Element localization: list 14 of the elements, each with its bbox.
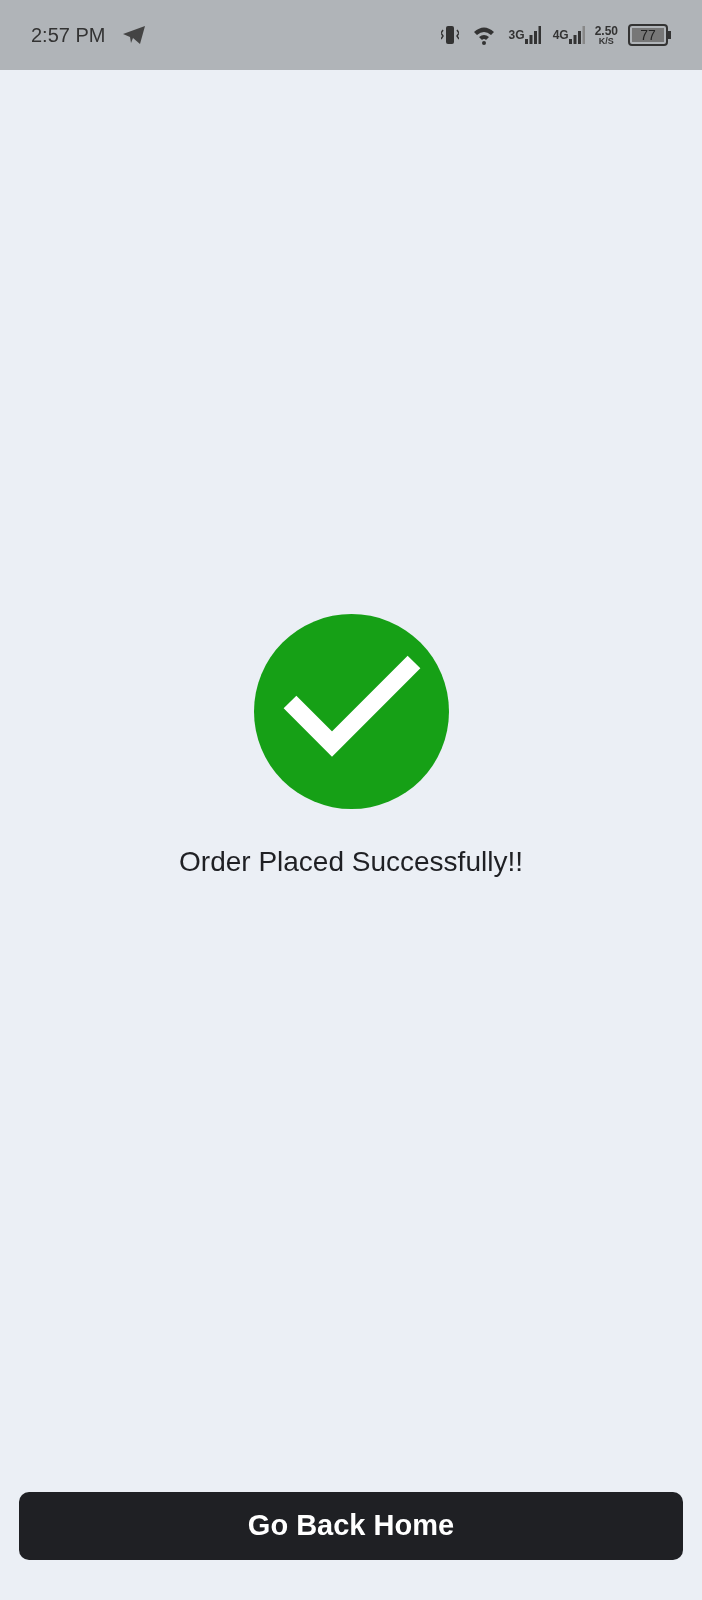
network-type-label: 4G: [552, 27, 569, 44]
network-speed: 2.50: [594, 24, 618, 37]
network-speed-unit: K/S: [598, 36, 614, 46]
success-message: Order Placed Successfully!!: [179, 845, 523, 879]
signal-icon: [568, 26, 585, 44]
vibrate-icon: [440, 25, 459, 45]
paper-plane-icon: [123, 26, 146, 44]
signal-icon: [524, 26, 541, 44]
go-back-home-button[interactable]: Go Back Home: [19, 1492, 683, 1560]
success-check-icon: [253, 614, 449, 809]
status-time: 2:57 PM: [31, 23, 106, 48]
network-type-label: 3G: [508, 27, 525, 44]
wifi-icon: [472, 25, 497, 45]
battery-level: 77: [632, 28, 664, 42]
